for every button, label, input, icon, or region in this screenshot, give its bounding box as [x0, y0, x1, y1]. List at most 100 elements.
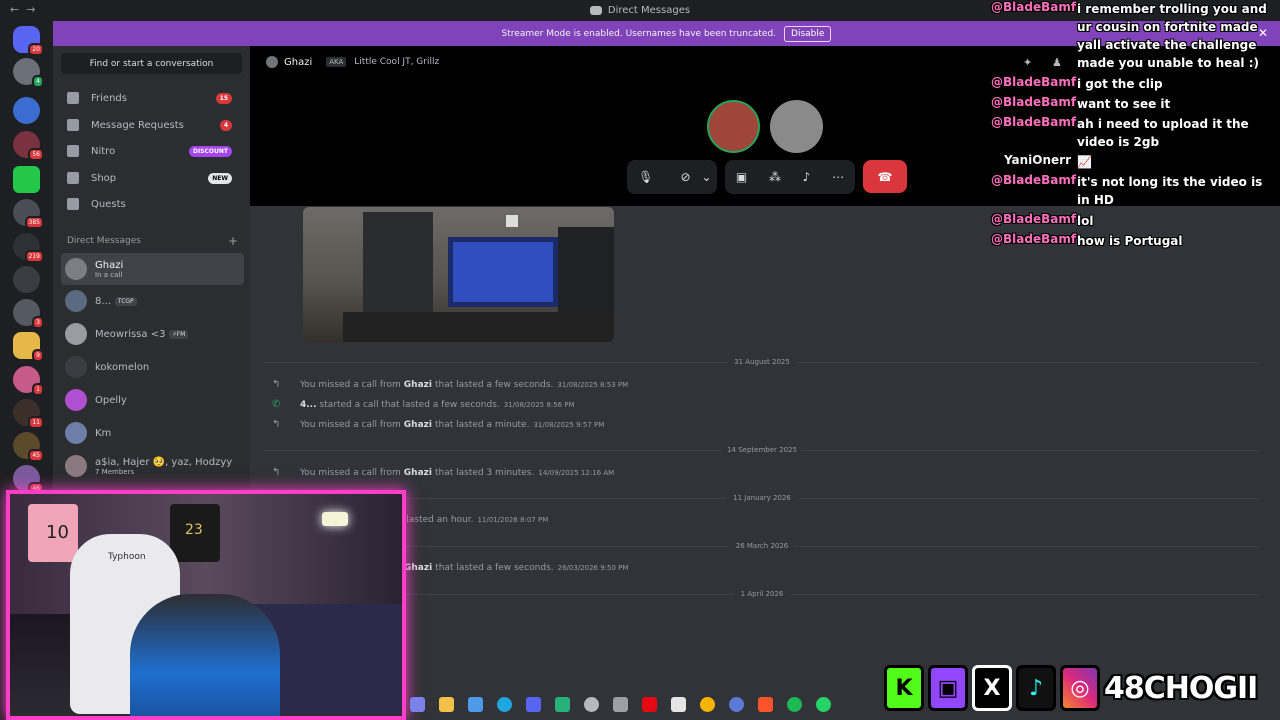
- dm-item[interactable]: Km: [61, 417, 244, 449]
- netflix-icon[interactable]: [642, 696, 657, 712]
- caller-name[interactable]: 4...: [300, 400, 317, 410]
- more-icon[interactable]: ⋯: [832, 170, 844, 184]
- app-icon[interactable]: [555, 696, 570, 712]
- taskbar: [410, 692, 880, 716]
- missed-call-icon: ↰: [272, 419, 281, 430]
- date-divider: 1 April 2026: [264, 588, 1260, 600]
- dm-section-header: Direct Messages +: [67, 234, 242, 248]
- server-icon[interactable]: 11: [13, 399, 44, 429]
- stream-chat-message: @BladeBamf how is Portugal: [985, 232, 1275, 250]
- back-arrow-icon[interactable]: ← →: [10, 3, 35, 16]
- discount-badge: DISCOUNT: [188, 145, 232, 157]
- server-icon[interactable]: 3: [13, 299, 44, 329]
- disable-button[interactable]: Disable: [784, 25, 832, 42]
- activities-icon[interactable]: ⁂: [769, 170, 781, 184]
- image-attachment[interactable]: [303, 207, 614, 342]
- caller-name[interactable]: Ghazi: [404, 380, 432, 390]
- nav-label: Shop: [91, 172, 117, 184]
- caller-name[interactable]: Ghazi: [404, 420, 432, 430]
- nav-shop[interactable]: Shop NEW: [61, 166, 242, 190]
- group-dm-item[interactable]: a$ia, Hajer 🥺, yaz, Hodzyy 7 Members: [61, 450, 244, 482]
- server-icon[interactable]: 1: [13, 366, 44, 396]
- camera-control[interactable]: ⊘ ⌄: [675, 160, 717, 194]
- camera-off-icon[interactable]: ⊘: [680, 170, 690, 184]
- notification-badge: 4: [32, 75, 44, 88]
- call-log-message: ↰ You missed a call from Ghazi that last…: [272, 379, 628, 390]
- disconnect-button[interactable]: ☎: [863, 160, 907, 193]
- chrome-icon[interactable]: [700, 696, 715, 712]
- chat-text: i remember trolling you and ur cousin on…: [1077, 2, 1267, 70]
- phone-icon: ✆: [272, 399, 281, 410]
- server-icon[interactable]: 219: [13, 233, 44, 263]
- missed-call-icon: ↰: [272, 379, 281, 390]
- store-icon[interactable]: [468, 696, 483, 712]
- notification-badge: 3: [32, 316, 44, 329]
- date-divider: 26 March 2026: [264, 540, 1260, 552]
- friends-icon: [67, 92, 79, 104]
- microphone-icon[interactable]: 🎙: [638, 170, 653, 184]
- desk-setup-photo: [343, 212, 614, 342]
- app-icon[interactable]: [613, 696, 628, 712]
- notification-badge: 11: [28, 416, 44, 429]
- caller-name[interactable]: Ghazi: [404, 563, 432, 573]
- hang-up-icon: ☎: [877, 169, 893, 184]
- call-log-message: ↰ You missed a call from Ghazi that last…: [272, 467, 614, 478]
- nav-label: Message Requests: [91, 119, 184, 131]
- folder-icon[interactable]: [439, 696, 454, 712]
- dm-item[interactable]: Ghazi In a call: [61, 253, 244, 285]
- dm-name: a$ia, Hajer 🥺, yaz, Hodzyy: [95, 456, 233, 468]
- app-icon[interactable]: [816, 696, 831, 712]
- teams-icon[interactable]: [410, 696, 425, 712]
- message-text: You missed a call from: [300, 419, 401, 430]
- participant-avatar[interactable]: [770, 100, 823, 153]
- participant-avatar[interactable]: [707, 100, 760, 153]
- find-conversation-input[interactable]: Find or start a conversation: [61, 53, 242, 74]
- dm-item[interactable]: Opelly: [61, 384, 244, 416]
- server-icon[interactable]: 56: [13, 131, 44, 161]
- lamp: [322, 512, 348, 526]
- chat-username: @BladeBamf: [991, 173, 1077, 187]
- app-icon[interactable]: [671, 696, 686, 712]
- server-icon[interactable]: 385: [13, 199, 44, 229]
- notification-badge: 20: [28, 43, 44, 56]
- discord-icon[interactable]: [526, 696, 541, 712]
- server-icon[interactable]: [13, 97, 40, 124]
- server-icon[interactable]: [13, 166, 40, 193]
- server-icon[interactable]: 9: [13, 332, 44, 362]
- message-text: You missed a call from: [300, 467, 401, 478]
- server-icon[interactable]: 4: [13, 58, 44, 88]
- chat-text: 📈: [1077, 155, 1092, 169]
- nav-label: Quests: [91, 198, 126, 210]
- screen-share-icon[interactable]: ▣: [736, 170, 747, 184]
- soundboard-icon[interactable]: ♪: [803, 170, 811, 184]
- dm-item[interactable]: kokomelon: [61, 351, 244, 383]
- edge-icon[interactable]: [497, 696, 512, 712]
- timestamp: 11/01/2026 8:07 PM: [477, 516, 549, 524]
- brave-icon[interactable]: [758, 696, 773, 712]
- create-dm-icon[interactable]: +: [228, 234, 238, 248]
- nav-quests[interactable]: Quests: [61, 192, 242, 216]
- nav-nitro[interactable]: Nitro DISCOUNT: [61, 139, 242, 163]
- server-icon[interactable]: [13, 266, 40, 293]
- dm-item[interactable]: 8... TCGP: [61, 285, 244, 317]
- nav-message-requests[interactable]: Message Requests 4: [61, 113, 242, 137]
- chevron-down-icon[interactable]: ⌄: [701, 170, 711, 184]
- chat-text: it's not long its the video is in HD: [1077, 175, 1263, 207]
- app-icon[interactable]: [729, 696, 744, 712]
- timestamp: 26/03/2026 9:50 PM: [557, 564, 629, 572]
- chat-username: @BladeBamf: [991, 95, 1077, 109]
- spotify-icon[interactable]: [787, 696, 802, 712]
- avatar: [65, 389, 87, 411]
- nitro-icon: [67, 145, 79, 157]
- dm-item[interactable]: Meowrissa <3 ⚡FM: [61, 318, 244, 350]
- window-title: Direct Messages: [607, 5, 691, 16]
- app-icon[interactable]: [584, 696, 599, 712]
- dm-name: Meowrissa <3: [95, 328, 166, 340]
- home-button[interactable]: 20: [13, 26, 44, 56]
- server-icon[interactable]: 45: [13, 432, 44, 462]
- caller-name[interactable]: Ghazi: [404, 468, 432, 478]
- message-text: that lasted a few seconds.: [434, 379, 554, 390]
- nav-friends[interactable]: Friends 15: [61, 86, 242, 110]
- dm-status: In a call: [95, 270, 123, 279]
- server-icon[interactable]: 46: [13, 465, 44, 495]
